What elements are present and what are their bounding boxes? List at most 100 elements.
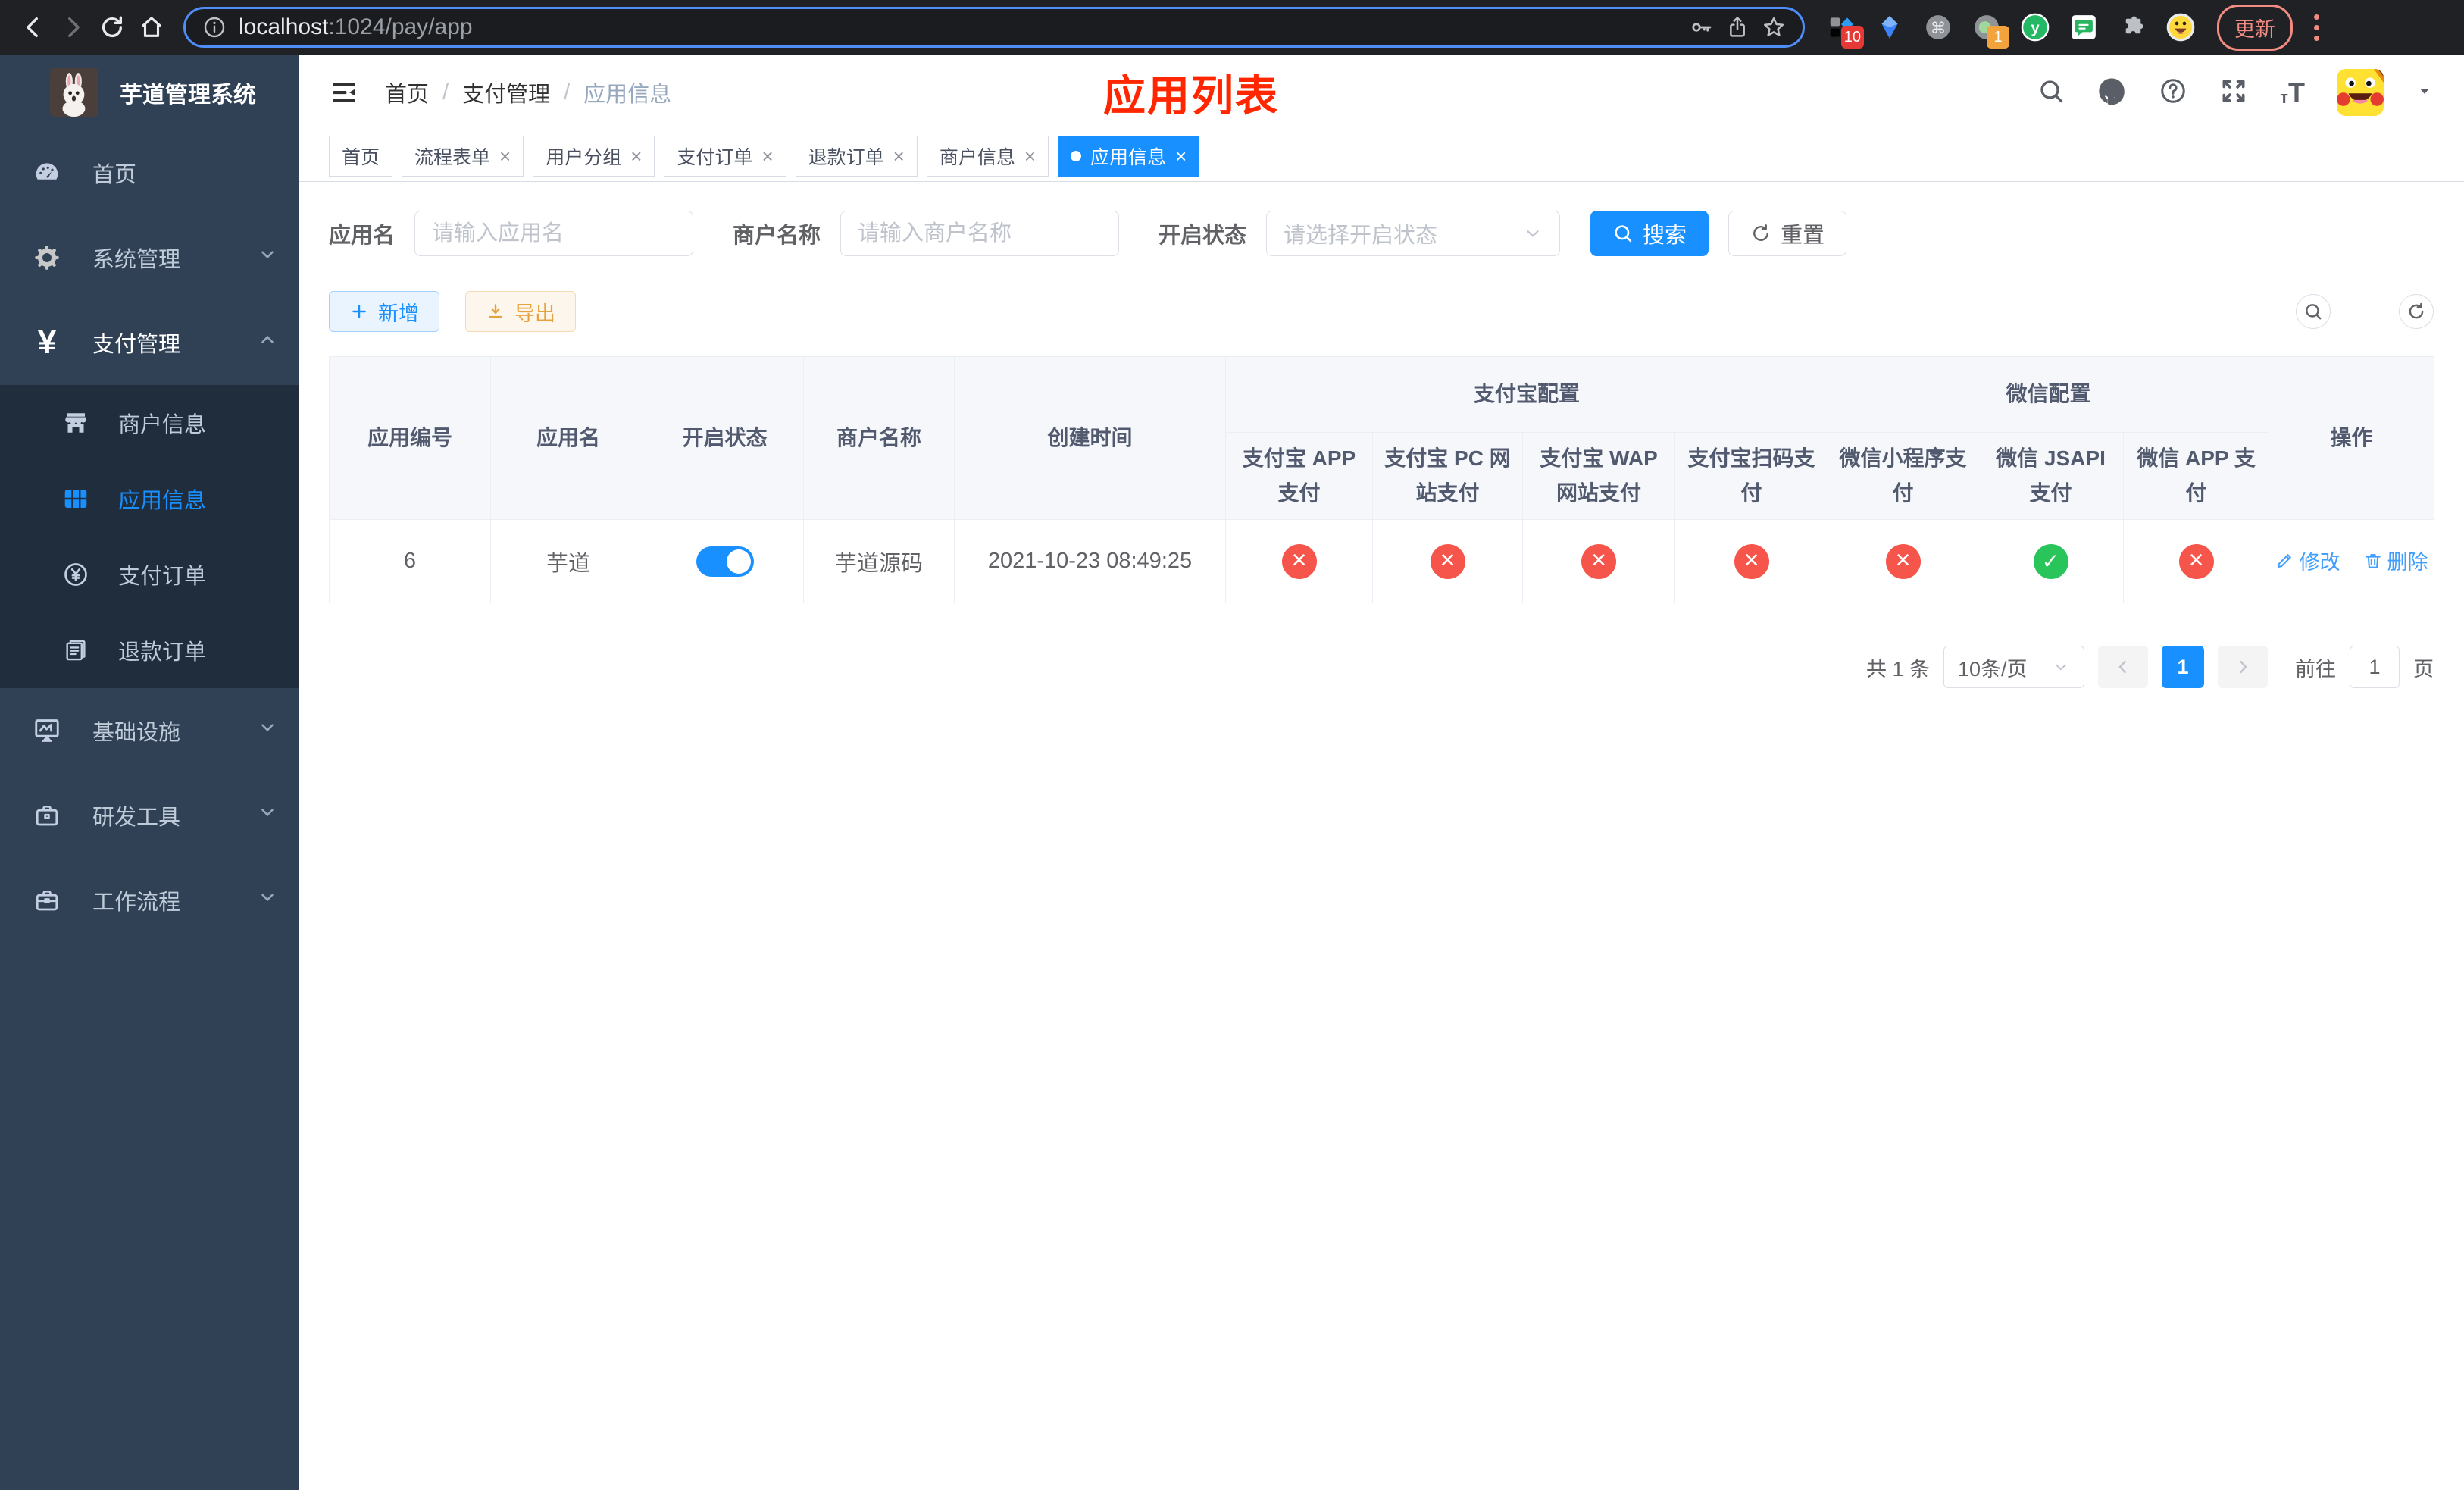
page-number-1[interactable]: 1 xyxy=(2162,646,2204,688)
font-size-icon[interactable]: тT xyxy=(2280,79,2305,106)
col-app-id: 应用编号 xyxy=(329,356,491,520)
export-button[interactable]: 导出 xyxy=(465,291,576,332)
sidebar-item-home[interactable]: 首页 xyxy=(0,130,299,215)
extension-badge: 1 xyxy=(1987,26,2009,49)
app-logo[interactable]: 芋道管理系统 xyxy=(0,55,299,130)
extension-chat-icon[interactable] xyxy=(2068,12,2099,42)
avatar-caret-icon[interactable] xyxy=(2416,82,2434,104)
tab-app-info[interactable]: 应用信息 × xyxy=(1058,135,1200,177)
edit-link[interactable]: 修改 xyxy=(2275,546,2340,575)
site-info-icon[interactable] xyxy=(202,15,227,39)
status-cross-icon xyxy=(1281,543,1317,579)
close-icon[interactable]: × xyxy=(893,146,905,166)
github-icon[interactable] xyxy=(2097,76,2127,110)
fullscreen-icon[interactable] xyxy=(2219,77,2248,109)
extension-emoji-icon[interactable] xyxy=(2165,12,2196,42)
password-key-icon[interactable] xyxy=(1689,15,1713,39)
delete-link[interactable]: 删除 xyxy=(2363,546,2428,575)
tab-home[interactable]: 首页 xyxy=(329,135,393,177)
cell-wx-app xyxy=(2123,519,2270,603)
sidebar-item-devtools[interactable]: 研发工具 xyxy=(0,773,299,858)
sidebar-item-system[interactable]: 系统管理 xyxy=(0,215,299,300)
status-select[interactable]: 请选择开启状态 xyxy=(1266,211,1561,256)
table-row: 6 芋道 芋道源码 2021-10-23 08:49:25 × × × × × … xyxy=(329,519,2435,603)
sidebar-item-app-info[interactable]: 应用信息 xyxy=(0,461,299,537)
close-icon[interactable]: × xyxy=(499,146,511,166)
sidebar-item-pay-order[interactable]: 支付订单 xyxy=(0,537,299,612)
reset-button[interactable]: 重置 xyxy=(1728,211,1847,256)
share-icon[interactable] xyxy=(1725,15,1750,39)
col-group-wechat: 微信配置 xyxy=(1828,356,2270,433)
close-icon[interactable]: × xyxy=(761,146,773,166)
sidebar: 芋道管理系统 首页 系统管理 ¥ 支付管理 商户信息 应用信息 支付订单 退款订… xyxy=(0,55,299,1490)
extension-tabs-icon[interactable]: 10 xyxy=(1826,12,1864,49)
sidebar-collapse-icon[interactable] xyxy=(329,77,359,108)
close-icon[interactable]: × xyxy=(1175,146,1187,166)
merchant-name-input[interactable] xyxy=(840,211,1120,256)
sidebar-item-pay[interactable]: ¥ 支付管理 xyxy=(0,300,299,385)
refresh-table-button[interactable] xyxy=(2399,294,2434,329)
sidebar-item-infra[interactable]: 基础设施 xyxy=(0,688,299,773)
cell-merchant: 芋道源码 xyxy=(803,519,955,603)
search-button[interactable]: 搜索 xyxy=(1590,211,1709,256)
prev-page-button[interactable] xyxy=(2098,646,2148,688)
extension-badge: 10 xyxy=(1840,26,1864,49)
extension-yuque-icon[interactable]: y xyxy=(2020,12,2050,42)
screen: localhost:1024/pay/app 10 ⌘ 1 y 更新 芋道管理系… xyxy=(0,0,2464,1490)
next-page-button[interactable] xyxy=(2218,646,2268,688)
search-button-label: 搜索 xyxy=(1643,224,1687,248)
close-icon[interactable]: × xyxy=(1024,146,1036,166)
status-cross-icon xyxy=(1734,543,1769,579)
breadcrumb-pay[interactable]: 支付管理 xyxy=(462,77,550,108)
add-button[interactable]: 新增 xyxy=(329,291,439,332)
header-search-icon[interactable] xyxy=(2037,77,2065,108)
sidebar-item-refund-order[interactable]: 退款订单 xyxy=(0,612,299,688)
toggle-search-button[interactable] xyxy=(2296,294,2331,329)
tab-merchant-info[interactable]: 商户信息 × xyxy=(926,135,1049,177)
gear-icon xyxy=(32,244,62,271)
export-button-label: 导出 xyxy=(514,302,555,325)
goto-page-input[interactable] xyxy=(2350,646,2400,688)
back-icon[interactable] xyxy=(14,8,53,47)
chrome-menu-icon[interactable] xyxy=(2305,14,2328,41)
chrome-update-button[interactable]: 更新 xyxy=(2217,4,2293,51)
tab-process-form[interactable]: 流程表单 × xyxy=(402,135,524,177)
sidebar-item-label: 支付管理 xyxy=(92,333,181,357)
app-name-input[interactable] xyxy=(414,211,694,256)
status-label: 开启状态 xyxy=(1159,224,1247,248)
tab-refund-order[interactable]: 退款订单 × xyxy=(795,135,918,177)
chevron-down-icon xyxy=(258,245,277,271)
page-size-select[interactable]: 10条/页 xyxy=(1943,646,2084,688)
chevron-up-icon xyxy=(258,330,277,355)
page-unit-label: 页 xyxy=(2413,657,2434,681)
browser-toolbar: localhost:1024/pay/app 10 ⌘ 1 y 更新 xyxy=(0,0,2464,55)
logo-image xyxy=(50,68,98,117)
forward-icon[interactable] xyxy=(53,8,92,47)
bookmark-star-icon[interactable] xyxy=(1762,15,1786,39)
cell-app-name: 芋道 xyxy=(490,519,646,603)
tab-label: 支付订单 xyxy=(677,146,753,168)
close-icon[interactable]: × xyxy=(630,146,642,166)
sidebar-item-label: 首页 xyxy=(92,163,137,187)
extension-gem-icon[interactable] xyxy=(1875,12,1905,42)
sidebar-item-workflow[interactable]: 工作流程 xyxy=(0,858,299,943)
tab-pay-order[interactable]: 支付订单 × xyxy=(664,135,786,177)
breadcrumb-home[interactable]: 首页 xyxy=(385,77,429,108)
status-toggle[interactable] xyxy=(696,546,754,577)
extension-recorder-icon[interactable]: 1 xyxy=(1972,12,2009,49)
sidebar-item-label: 支付订单 xyxy=(118,565,207,589)
extension-command-icon[interactable]: ⌘ xyxy=(1923,12,1953,42)
reload-icon[interactable] xyxy=(92,8,132,47)
col-wx-app: 微信 APP 支付 xyxy=(2123,432,2270,520)
col-status: 开启状态 xyxy=(646,356,804,520)
extensions-puzzle-icon[interactable] xyxy=(2117,12,2147,42)
sidebar-item-merchant[interactable]: 商户信息 xyxy=(0,385,299,461)
cell-actions: 修改 删除 xyxy=(2269,519,2435,603)
help-icon[interactable] xyxy=(2159,77,2187,109)
tab-user-group[interactable]: 用户分组 × xyxy=(533,135,655,177)
user-avatar[interactable] xyxy=(2337,69,2384,116)
url-bar[interactable]: localhost:1024/pay/app xyxy=(183,7,1805,48)
add-button-label: 新增 xyxy=(378,302,419,325)
home-icon[interactable] xyxy=(132,8,171,47)
merchant-name-label: 商户名称 xyxy=(733,224,821,248)
